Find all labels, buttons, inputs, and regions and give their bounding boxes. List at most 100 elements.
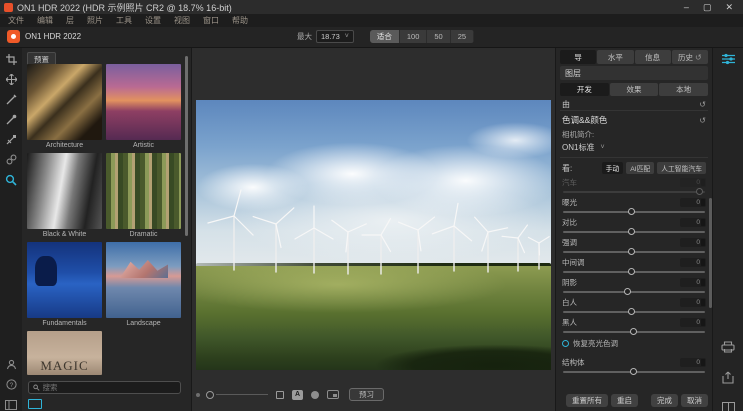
menu-view[interactable]: 视图 xyxy=(174,15,190,26)
reset-all-button[interactable]: 重置所有 xyxy=(566,394,608,407)
slider-handle[interactable] xyxy=(630,328,637,335)
cancel-button[interactable]: 取消 xyxy=(681,394,708,407)
slider-handle[interactable] xyxy=(630,368,637,375)
menu-window[interactable]: 窗口 xyxy=(203,15,219,26)
preset-thumbnail[interactable] xyxy=(27,153,102,229)
preset-category-black-white[interactable]: Black & White xyxy=(27,153,102,240)
tab-effects[interactable]: 效果 xyxy=(610,83,659,96)
preset-thumbnail[interactable] xyxy=(106,64,181,140)
tab-local[interactable]: 本地 xyxy=(659,83,708,96)
done-button[interactable]: 完成 xyxy=(651,394,678,407)
zoom-value-dropdown[interactable]: 18.73 ˅ xyxy=(316,30,354,43)
tab-develop[interactable]: 开发 xyxy=(560,83,609,96)
tab-levels[interactable]: 水平 xyxy=(597,50,633,64)
tab-history[interactable]: 历史↺ xyxy=(672,50,708,64)
panel-toggle-icon[interactable] xyxy=(5,398,18,411)
preview-button[interactable]: 预习 xyxy=(349,388,384,401)
zoom-25-button[interactable]: 25 xyxy=(451,30,474,43)
zoom-out-dot-icon[interactable] xyxy=(196,393,200,397)
reset-button[interactable]: 重启 xyxy=(611,394,638,407)
reset-pane-icon[interactable]: ↺ xyxy=(699,100,706,109)
brush-tool-icon[interactable] xyxy=(5,93,18,106)
zoom-max-label: 最大 xyxy=(297,31,312,42)
menu-photo[interactable]: 照片 xyxy=(87,15,103,26)
tab-info[interactable]: 信息 xyxy=(635,50,671,64)
title-bar: ON1 HDR 2022 (HDR 示例照片 CR2 @ 18.7% 16-bi… xyxy=(0,0,743,14)
highlight-recovery-toggle[interactable]: 恢复亮光色调 xyxy=(560,336,708,351)
browse-shortcut-icon[interactable] xyxy=(28,399,42,409)
tone-ai-auto-button[interactable]: 人工智能汽车 xyxy=(657,162,706,174)
tool-strip: ? xyxy=(0,48,22,411)
fullscreen-preview-icon[interactable] xyxy=(327,389,339,400)
slider-handle[interactable] xyxy=(628,248,635,255)
gradient-mask-tool-icon[interactable] xyxy=(5,133,18,146)
undo-icon: ↺ xyxy=(695,53,702,62)
slider-handle[interactable] xyxy=(624,288,631,295)
menu-tools[interactable]: 工具 xyxy=(116,15,132,26)
menu-layer[interactable]: 层 xyxy=(66,15,74,26)
preset-search-box[interactable] xyxy=(28,381,181,394)
slider-handle[interactable] xyxy=(696,188,703,195)
zoom-slider-track[interactable] xyxy=(216,394,268,395)
preset-category-magic[interactable]: MAGIC xyxy=(27,331,102,375)
menu-settings[interactable]: 设置 xyxy=(145,15,161,26)
right-panel: 导 水平 信息 历史↺ 图层 开发 效果 本地 由 ↺ 色调&&颜色 ↺ 相机简… xyxy=(555,48,712,411)
preset-category-landscape[interactable]: Landscape xyxy=(106,242,181,329)
zoom-100-button[interactable]: 100 xyxy=(400,30,428,43)
side-by-side-icon[interactable] xyxy=(720,400,736,411)
zoom-50-button[interactable]: 50 xyxy=(427,30,450,43)
print-icon[interactable] xyxy=(720,340,736,354)
layers-header[interactable]: 图层 xyxy=(560,66,708,80)
preset-category-architecture[interactable]: Architecture xyxy=(27,64,102,151)
export-icon[interactable] xyxy=(720,370,736,384)
slider-handle[interactable] xyxy=(628,268,635,275)
crop-tool-icon[interactable] xyxy=(5,53,18,66)
view-zoom-tool-icon[interactable] xyxy=(5,173,18,186)
preset-thumbnail[interactable] xyxy=(27,242,102,318)
fit-button[interactable]: 适合 xyxy=(370,30,400,43)
menu-edit[interactable]: 编辑 xyxy=(37,15,53,26)
mask-view-icon[interactable] xyxy=(309,389,321,400)
tone-label: 看: xyxy=(562,163,572,174)
preset-category-fundamentals[interactable]: Fundamentals xyxy=(27,242,102,329)
auto-view-icon[interactable]: A xyxy=(292,390,303,400)
compare-view-icon[interactable] xyxy=(274,389,286,400)
svg-text:?: ? xyxy=(9,382,13,389)
presets-scrollbar[interactable] xyxy=(185,56,188,236)
panel-footer: 重置所有 重启 完成 取消 xyxy=(560,392,708,408)
panel-tabs: 导 水平 信息 历史↺ xyxy=(560,50,708,64)
camera-profile-dropdown[interactable]: ON1标准 ˅ xyxy=(560,140,708,158)
preset-category-artistic[interactable]: Artistic xyxy=(106,64,181,151)
close-button[interactable]: ✕ xyxy=(725,2,733,13)
preset-category-dramatic[interactable]: Dramatic xyxy=(106,153,181,240)
maximize-button[interactable]: ▢ xyxy=(703,2,712,13)
slider-handle[interactable] xyxy=(628,208,635,215)
tone-color-pane-header[interactable]: 色调&&颜色 ↺ xyxy=(560,113,708,127)
preset-thumbnail[interactable] xyxy=(106,153,181,229)
adjustments-icon[interactable] xyxy=(720,52,736,66)
slider-handle[interactable] xyxy=(628,308,635,315)
filter-header-row[interactable]: 由 ↺ xyxy=(560,99,708,111)
menu-bar: 文件 编辑 层 照片 工具 设置 视图 窗口 帮助 xyxy=(0,14,743,27)
preset-thumbnail[interactable] xyxy=(106,242,181,318)
photo-wind-turbines[interactable] xyxy=(196,100,551,370)
refine-tool-icon[interactable] xyxy=(5,153,18,166)
minimize-button[interactable]: – xyxy=(684,2,689,13)
tone-ai-match-button[interactable]: AI匹配 xyxy=(626,162,654,174)
search-input[interactable] xyxy=(43,383,176,392)
reset-tone-color-icon[interactable]: ↺ xyxy=(699,116,706,125)
masking-brush-tool-icon[interactable] xyxy=(5,113,18,126)
preset-thumbnail[interactable] xyxy=(27,64,102,140)
tone-manual-button[interactable]: 手动 xyxy=(602,162,624,174)
menu-file[interactable]: 文件 xyxy=(8,15,24,26)
menu-help[interactable]: 帮助 xyxy=(232,15,248,26)
slider-handle[interactable] xyxy=(628,228,635,235)
preset-thumbnail[interactable]: MAGIC xyxy=(27,331,102,375)
face-tool-icon[interactable] xyxy=(5,358,18,371)
help-icon[interactable]: ? xyxy=(5,378,18,391)
slider-whites: 白人0 xyxy=(560,296,708,316)
zoom-slider-handle[interactable] xyxy=(206,391,214,399)
zoom-value: 18.73 xyxy=(321,32,340,41)
tab-navigator[interactable]: 导 xyxy=(560,50,596,64)
move-tool-icon[interactable] xyxy=(5,73,18,86)
